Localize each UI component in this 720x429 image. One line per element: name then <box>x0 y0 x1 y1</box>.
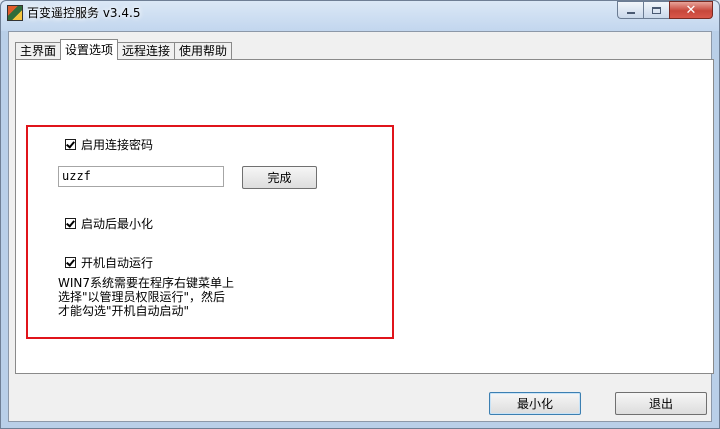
note-line: 选择"以管理员权限运行"，然后 <box>58 290 226 304</box>
tab-help[interactable]: 使用帮助 <box>174 42 233 60</box>
maximize-icon <box>652 6 661 14</box>
close-window-button[interactable]: ✕ <box>669 1 713 19</box>
minimize-after-start-label: 启动后最小化 <box>81 217 154 231</box>
minimize-button[interactable]: 最小化 <box>489 392 581 415</box>
app-window: 百变遥控服务 v3.4.5 ✕ 主界面 设置选项 远程连接 使用帮助 启用连接密… <box>0 0 720 429</box>
app-icon <box>7 5 23 21</box>
minimize-window-button[interactable] <box>617 1 643 19</box>
exit-button[interactable]: 退出 <box>615 392 707 415</box>
minimize-icon <box>626 12 635 14</box>
tab-settings[interactable]: 设置选项 <box>60 39 119 60</box>
checkbox-checked-icon <box>65 218 76 229</box>
close-icon: ✕ <box>685 2 697 18</box>
checkbox-checked-icon <box>65 257 76 268</box>
note-line: 才能勾选"开机自动启动" <box>58 304 190 318</box>
minimize-after-start-checkbox[interactable]: 启动后最小化 <box>65 215 153 232</box>
tab-remote-connect[interactable]: 远程连接 <box>117 42 176 60</box>
done-button[interactable]: 完成 <box>242 166 317 189</box>
auto-run-checkbox[interactable]: 开机自动运行 <box>65 254 153 271</box>
client-area: 主界面 设置选项 远程连接 使用帮助 启用连接密码 uzzf 完成 启动后最小化… <box>8 31 714 422</box>
tab-strip: 主界面 设置选项 远程连接 使用帮助 <box>15 38 233 60</box>
note-line: WIN7系统需要在程序右键菜单上 <box>58 276 235 290</box>
win7-note: WIN7系统需要在程序右键菜单上 选择"以管理员权限运行"，然后 才能勾选"开机… <box>58 276 258 318</box>
title-bar[interactable]: 百变遥控服务 v3.4.5 ✕ <box>1 1 719 31</box>
auto-run-label: 开机自动运行 <box>81 256 154 270</box>
caption-buttons: ✕ <box>617 1 713 21</box>
maximize-window-button[interactable] <box>643 1 669 19</box>
tab-main[interactable]: 主界面 <box>15 42 62 60</box>
enable-password-checkbox[interactable]: 启用连接密码 <box>65 136 153 153</box>
settings-panel: 启用连接密码 uzzf 完成 启动后最小化 开机自动运行 WIN7系统需要在程序… <box>15 59 714 374</box>
checkbox-checked-icon <box>65 139 76 150</box>
password-input[interactable]: uzzf <box>58 166 224 187</box>
window-title: 百变遥控服务 v3.4.5 <box>27 6 141 20</box>
enable-password-label: 启用连接密码 <box>81 138 154 152</box>
